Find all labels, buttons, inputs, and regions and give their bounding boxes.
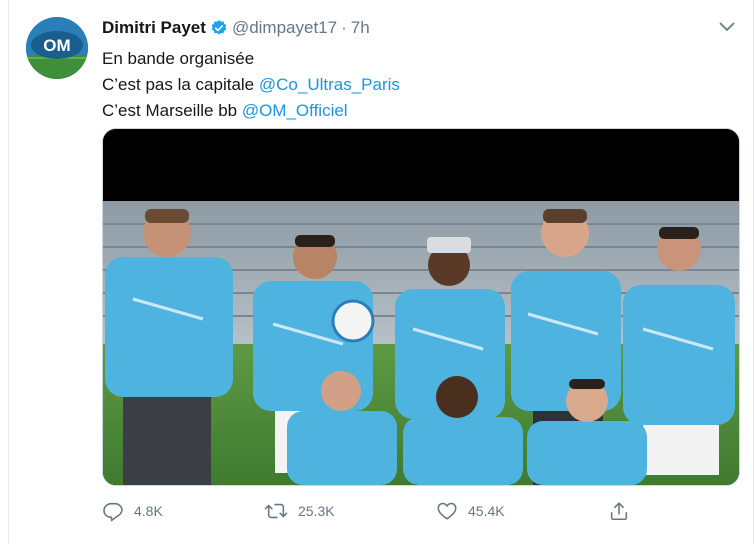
header-separator: · bbox=[341, 18, 347, 37]
verified-badge-icon bbox=[210, 19, 228, 37]
like-count: 45.4K bbox=[468, 503, 505, 519]
retweet-count: 25.3K bbox=[298, 503, 335, 519]
retweet-button[interactable]: 25.3K bbox=[264, 496, 335, 526]
share-icon bbox=[610, 502, 628, 521]
reply-icon bbox=[103, 502, 123, 522]
reply-count: 4.8K bbox=[134, 503, 163, 519]
team-photo bbox=[103, 129, 739, 485]
avatar[interactable]: OM bbox=[26, 17, 88, 79]
tweet-line-1: En bande organisée bbox=[102, 46, 400, 72]
like-button[interactable]: 45.4K bbox=[436, 496, 505, 526]
like-icon bbox=[437, 502, 457, 520]
tweet-media-image[interactable] bbox=[102, 128, 740, 486]
mention-co-ultras-paris[interactable]: @Co_Ultras_Paris bbox=[259, 75, 400, 94]
tweet-timestamp[interactable]: 7h bbox=[351, 18, 370, 38]
retweet-icon bbox=[264, 503, 288, 519]
avatar-image: OM bbox=[26, 17, 88, 79]
tweet-line-text: C’est Marseille bb bbox=[102, 101, 242, 120]
tweet-line-2: C’est pas la capitale @Co_Ultras_Paris bbox=[102, 72, 400, 98]
tweet-actions: 4.8K 25.3K 45.4K bbox=[102, 496, 742, 526]
author-name[interactable]: Dimitri Payet bbox=[102, 18, 206, 38]
share-button[interactable] bbox=[608, 496, 630, 526]
tweet-line-3: C’est Marseille bb @OM_Officiel bbox=[102, 98, 400, 124]
avatar-logo-text: OM bbox=[43, 36, 70, 55]
tweet-text: En bande organisée C’est pas la capitale… bbox=[102, 46, 400, 124]
author-handle[interactable]: @dimpayet17 bbox=[232, 18, 337, 38]
chevron-down-icon[interactable] bbox=[716, 18, 738, 36]
reply-button[interactable]: 4.8K bbox=[102, 496, 163, 526]
tweet-line-text: En bande organisée bbox=[102, 49, 255, 68]
tweet-line-text: C’est pas la capitale bbox=[102, 75, 259, 94]
tweet-header: Dimitri Payet @dimpayet17 · 7h bbox=[102, 17, 370, 39]
mention-om-officiel[interactable]: @OM_Officiel bbox=[242, 101, 348, 120]
